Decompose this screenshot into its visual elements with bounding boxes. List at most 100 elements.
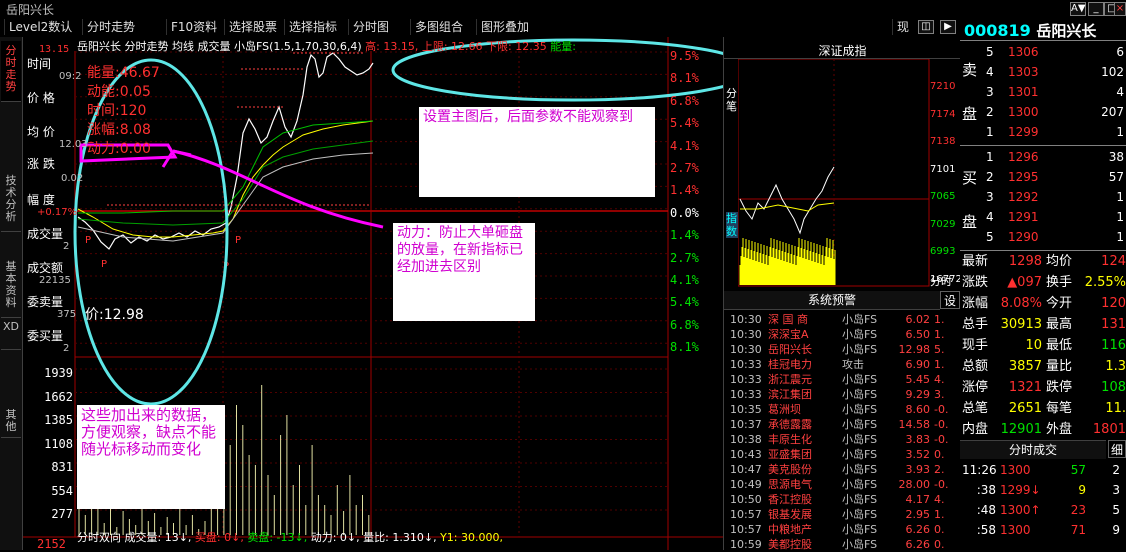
menu-select-indicator[interactable]: 选择指标: [284, 19, 341, 35]
order-volume: 6: [1116, 45, 1124, 59]
ticks-detail-button[interactable]: 细: [1108, 440, 1126, 458]
tick-count: 9: [1112, 523, 1120, 537]
pct-tick: 4.1%: [670, 138, 699, 153]
info-time-label: 时间: [27, 57, 52, 71]
restore-button[interactable]: A▼: [1070, 2, 1086, 16]
alert-row[interactable]: 10:43 亚盛集团 小岛FS 3.52 0.: [730, 447, 960, 462]
info-avg-label: 均 价: [27, 125, 55, 139]
alert-stock: 美克股份: [768, 463, 812, 476]
vol-tick: 1385: [44, 413, 73, 427]
tab-fundamental[interactable]: 基本资料: [1, 257, 21, 318]
alert-extra: 3.: [934, 388, 945, 401]
menu-level2[interactable]: Level2数认: [4, 19, 76, 35]
alert-stock: 思源电气: [768, 478, 812, 491]
order-price: 1303: [1008, 65, 1039, 79]
vol-tick: 831: [51, 460, 73, 474]
tab-technical[interactable]: 技术分析: [1, 171, 21, 232]
tab-xd[interactable]: XD: [1, 317, 21, 350]
alert-row[interactable]: 10:50 香江控股 小岛FS 4.17 4.: [730, 492, 960, 507]
alert-signal: 小岛FS: [842, 388, 878, 401]
alert-row[interactable]: 10:49 思源电气 小岛FS 28.00 -0.: [730, 477, 960, 492]
sell-label-1: 卖: [962, 61, 978, 79]
order-level: 1: [986, 125, 994, 139]
sell-order-row[interactable]: 4 1303 102: [984, 62, 1126, 82]
stat-value: 1321: [1008, 380, 1042, 395]
alert-row[interactable]: 10:33 桂冠电力 攻击 6.90 1.: [730, 357, 960, 372]
volume-axis: 1939 1662 1385 1108 831 554 277: [39, 362, 73, 527]
buy-order-row[interactable]: 3 1292 1: [984, 187, 1126, 207]
menu-f10[interactable]: F10资料: [166, 19, 221, 35]
panel-toggle-icon[interactable]: ◫: [918, 20, 934, 34]
stat-value2: 108: [1101, 380, 1126, 395]
buy-order-row[interactable]: 4 1291 1: [984, 207, 1126, 227]
alert-row[interactable]: 10:33 滨江集团 小岛FS 9.29 3.: [730, 387, 960, 402]
index-tab-fenbi[interactable]: 分笔: [726, 87, 738, 113]
sell-order-row[interactable]: 3 1301 4: [984, 82, 1126, 102]
index-volume-bars: [739, 238, 836, 285]
menu-chart-type[interactable]: 分时图: [348, 19, 393, 35]
sell-order-row[interactable]: 2 1300 207: [984, 102, 1126, 122]
stat-label2: 量比: [1046, 359, 1073, 374]
alert-row[interactable]: 10:57 中粮地产 小岛FS 6.26 0.: [730, 522, 960, 537]
alert-time: 10:35: [730, 403, 762, 416]
index-price-line: [739, 166, 835, 235]
menu-select-stock[interactable]: 选择股票: [224, 19, 281, 35]
buy-order-row[interactable]: 5 1290 1: [984, 227, 1126, 247]
alert-row[interactable]: 10:33 浙江震元 小岛FS 5.45 4.: [730, 372, 960, 387]
index-title: 深证成指: [724, 42, 961, 59]
order-level: 2: [986, 105, 994, 119]
param-energy: 能量:46.67: [87, 65, 160, 81]
alerts-settings-button[interactable]: 设: [940, 291, 960, 309]
index-axis: 7210 7174 7138 7101 7065 7029 6993 16772: [930, 73, 962, 293]
alert-row[interactable]: 10:30 岳阳兴长 小岛FS 12.98 5.: [730, 342, 960, 357]
stat-value2: 124: [1101, 254, 1126, 269]
buy-order-row[interactable]: 2 1295 57: [984, 167, 1126, 187]
alerts-list: 10:30 深 国 商小岛FS 6.02 1. 10:30 深深宝A 小岛FS 6.50 1. 1…: [730, 312, 960, 552]
menu-multi-chart[interactable]: 多图组合: [410, 19, 467, 35]
alert-signal: 小岛FS: [842, 508, 878, 521]
quote-stat-row: 涨幅 8.08% 今开 120: [960, 293, 1126, 314]
cursor-price-label: 价:12.98: [85, 307, 144, 323]
stat-value: 3857: [1008, 359, 1042, 374]
info-range-value: +0.17%: [37, 207, 78, 218]
menu-xian[interactable]: 现: [892, 19, 913, 35]
stat-label2: 跌停: [1046, 380, 1073, 395]
index-tick: 7029: [930, 218, 956, 230]
sell-order-row[interactable]: 5 1306 6: [984, 42, 1126, 62]
index-panel: 深证成指 分笔 指数 7210 7174 7138 7101 7065 7029…: [723, 37, 962, 293]
tab-fenshi[interactable]: 分时走势: [1, 41, 21, 102]
alert-row[interactable]: 10:38 丰原生化 小岛FS 3.83 -0.: [730, 432, 960, 447]
order-volume: 1: [1116, 230, 1124, 244]
alert-row[interactable]: 10:35 葛洲坝 小岛FS 8.60 -0.: [730, 402, 960, 417]
menu-fenshi[interactable]: 分时走势: [82, 19, 139, 35]
alert-row[interactable]: 10:30 深 国 商 小岛FS 6.02 1.: [730, 312, 960, 327]
buy-order-row[interactable]: 1 1296 38: [984, 147, 1126, 167]
alert-price: 4.17: [905, 493, 931, 506]
quote-stat-row: 内盘 12901 外盘 1801: [960, 419, 1126, 440]
alert-time: 10:37: [730, 418, 762, 431]
alert-row[interactable]: 10:37 承德露露 小岛FS 14.58 -0.: [730, 417, 960, 432]
alert-price: 14.58: [898, 418, 931, 431]
stat-label: 涨停: [962, 380, 989, 395]
header-lower: 下限: 12.35: [486, 40, 547, 53]
order-price: 1295: [1008, 170, 1039, 184]
tick-volume: 71: [1070, 523, 1086, 537]
alert-row[interactable]: 10:47 美克股份 小岛FS 3.93 2.: [730, 462, 960, 477]
menu-overlay[interactable]: 图形叠加: [476, 19, 533, 35]
minimize-icon[interactable]: _: [1088, 2, 1104, 16]
alert-row[interactable]: 10:57 银基发展 小岛FS 2.95 1.: [730, 507, 960, 522]
index-tab-index[interactable]: 指数: [726, 212, 738, 238]
tab-other[interactable]: 其他: [1, 405, 21, 438]
next-icon[interactable]: ▶: [940, 20, 956, 34]
order-volume: 207: [1101, 105, 1124, 119]
alert-signal: 小岛FS: [842, 433, 878, 446]
tick-volume: 23: [1070, 503, 1086, 517]
close-icon[interactable]: ×: [1114, 2, 1126, 16]
alert-stock: 承德露露: [768, 418, 812, 431]
alert-row[interactable]: 10:30 深深宝A 小岛FS 6.50 1.: [730, 327, 960, 342]
intraday-chart[interactable]: P P P P 岳阳兴长 分时走势 均线 成交量 小岛FS(1.5,1,70,3…: [23, 37, 723, 551]
sell-order-row[interactable]: 1 1299 1: [984, 122, 1126, 142]
alert-price: 6.26: [905, 523, 931, 536]
alert-extra: 2.: [934, 463, 945, 476]
alert-extra: -0.: [934, 418, 949, 431]
